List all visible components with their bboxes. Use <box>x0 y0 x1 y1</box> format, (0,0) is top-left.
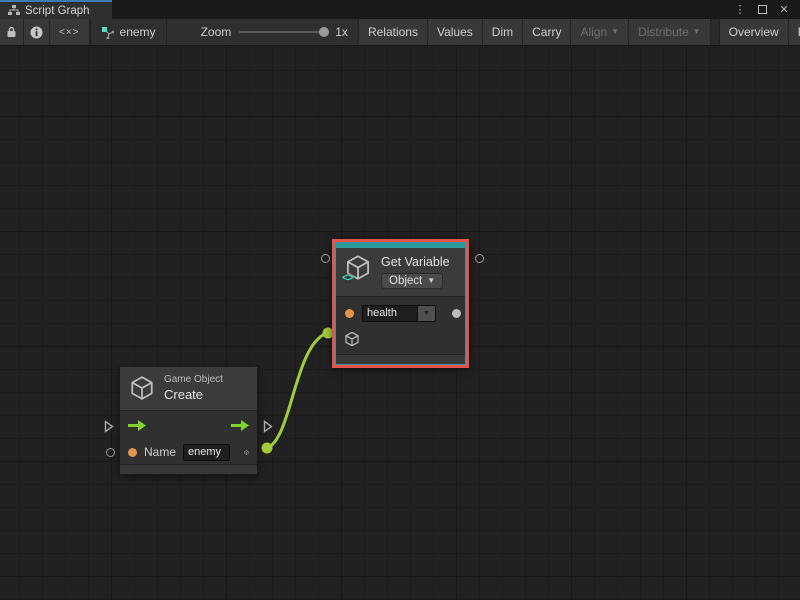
flow-ports-row <box>120 411 257 441</box>
value-output-port[interactable] <box>452 309 461 318</box>
kebab-menu-icon[interactable]: ⋮ <box>732 2 748 18</box>
zoom-slider-handle[interactable] <box>319 27 329 37</box>
titlebar: Script Graph ⋮ ✕ <box>0 0 800 19</box>
external-name-input-port[interactable] <box>106 448 115 457</box>
overview-button[interactable]: Overview <box>719 19 789 45</box>
zoom-segment: Zoom 1x <box>167 19 358 45</box>
game-object-output-icon[interactable] <box>244 444 249 461</box>
node-create-game-object[interactable]: Game Object Create <box>119 366 258 475</box>
external-variable-input-port[interactable] <box>321 254 330 263</box>
name-param-row: Name <box>120 441 257 464</box>
lock-button[interactable] <box>0 19 24 45</box>
variable-code-icon: <> <box>342 272 353 284</box>
zoom-label: Zoom <box>201 25 232 39</box>
graph-name-segment[interactable]: enemy <box>90 19 167 45</box>
values-button[interactable]: Values <box>428 19 483 45</box>
external-flow-output-port[interactable] <box>263 420 273 433</box>
toolbar: <×> enemy Zoom 1x Relations Values Dim C… <box>0 19 800 46</box>
variable-name-input-port[interactable] <box>345 309 354 318</box>
dim-label: Dim <box>492 25 513 39</box>
carry-button[interactable]: Carry <box>523 19 571 45</box>
info-icon <box>30 26 43 39</box>
close-icon[interactable]: ✕ <box>776 2 792 18</box>
relations-label: Relations <box>368 25 418 39</box>
variable-scope-dropdown[interactable]: Object ▼ <box>381 273 443 289</box>
name-value-input[interactable] <box>183 444 230 461</box>
connection-wire[interactable] <box>267 333 327 448</box>
external-value-output-port[interactable] <box>475 254 484 263</box>
node-get-variable[interactable]: <> Get Variable Object ▼ ▼ <box>332 239 469 368</box>
variable-cube-icon-wrap: <> <box>344 254 372 281</box>
toolbar-gap <box>711 19 719 45</box>
caret-down-icon: ▼ <box>693 28 701 36</box>
name-input-port[interactable] <box>128 448 137 457</box>
flow-output-arrow-icon[interactable] <box>231 420 249 431</box>
object-input-icon[interactable] <box>344 331 360 347</box>
maximize-icon[interactable] <box>754 2 770 18</box>
node-header[interactable]: Game Object Create <box>120 367 257 411</box>
external-flow-input-port[interactable] <box>104 420 114 433</box>
code-toggle-icon: <×> <box>59 27 80 38</box>
caret-down-icon: ▼ <box>427 277 435 285</box>
script-graph-asset-icon <box>101 26 114 39</box>
align-button[interactable]: Align ▼ <box>571 19 629 45</box>
node-title: Create <box>164 387 223 403</box>
window-controls: ⋮ ✕ <box>732 0 800 19</box>
info-button[interactable] <box>24 19 50 45</box>
overview-label: Overview <box>729 25 779 39</box>
node-header[interactable]: <> Get Variable Object ▼ <box>336 248 465 297</box>
distribute-label: Distribute <box>638 25 689 39</box>
tab-label: Script Graph <box>25 5 90 17</box>
variable-name-row: ▼ <box>336 297 465 329</box>
dim-button[interactable]: Dim <box>483 19 523 45</box>
code-preview-toggle[interactable]: <×> <box>50 19 90 45</box>
graph-canvas[interactable]: Game Object Create <box>0 47 800 600</box>
values-label: Values <box>437 25 473 39</box>
tab-script-graph[interactable]: Script Graph <box>0 0 112 19</box>
zoom-slider[interactable] <box>239 31 327 33</box>
node-category-label: Game Object <box>164 374 223 387</box>
relations-button[interactable]: Relations <box>358 19 428 45</box>
full-screen-button[interactable]: Full Screen <box>789 19 800 45</box>
caret-down-icon: ▼ <box>611 28 619 36</box>
align-label: Align <box>580 25 607 39</box>
node-title: Get Variable <box>381 254 450 269</box>
variable-name-input[interactable] <box>362 305 418 322</box>
script-graph-window: Script Graph ⋮ ✕ <×> <box>0 0 800 600</box>
flow-input-arrow-icon[interactable] <box>128 420 146 431</box>
wire-start-port[interactable] <box>262 443 273 454</box>
graph-name-label: enemy <box>120 25 156 39</box>
zoom-value: 1x <box>335 25 348 39</box>
node-footer <box>336 354 465 364</box>
distribute-button[interactable]: Distribute ▼ <box>629 19 711 45</box>
lock-icon <box>6 26 17 38</box>
toolbar-buttons: Relations Values Dim Carry Align ▼ Distri… <box>358 19 800 45</box>
carry-label: Carry <box>532 25 561 39</box>
game-object-cube-icon <box>129 375 155 401</box>
graph-hierarchy-icon <box>8 5 20 16</box>
name-param-label: Name <box>144 445 176 459</box>
node-footer <box>120 464 257 474</box>
scope-value: Object <box>389 275 422 287</box>
variable-picker-dropdown[interactable]: ▼ <box>418 305 436 322</box>
object-target-row <box>336 329 465 349</box>
